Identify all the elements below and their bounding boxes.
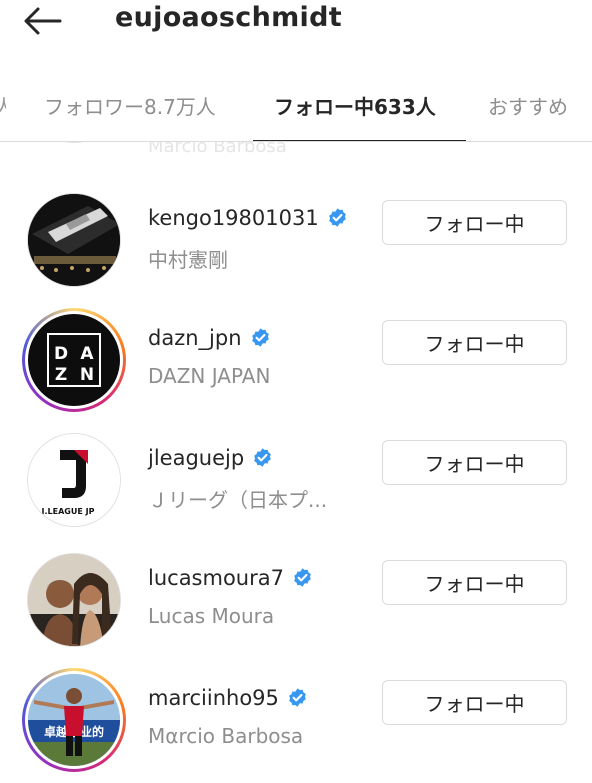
avatar: 卓越企业的	[28, 674, 120, 766]
following-button[interactable]: フォロー中	[382, 680, 567, 725]
svg-text:A: A	[80, 344, 94, 364]
username[interactable]: jleaguejp	[148, 446, 244, 470]
tab-suggested[interactable]: おすすめ	[488, 91, 568, 120]
verified-badge-icon	[251, 328, 269, 347]
list-item-partial[interactable]: Marcio Barbosa	[0, 142, 592, 162]
svg-text:N: N	[80, 365, 94, 385]
full-name: 中村憲剛	[148, 248, 228, 272]
verified-badge-icon	[289, 688, 306, 707]
username-line[interactable]: marciinho95	[148, 686, 308, 710]
boots-photo	[28, 194, 120, 286]
following-button[interactable]: フォロー中	[382, 200, 567, 245]
avatar[interactable]	[22, 188, 126, 292]
username-line[interactable]: jleaguejp	[148, 446, 273, 470]
full-name: Ｊリーグ（日本プ...	[148, 488, 328, 512]
username[interactable]: dazn_jpn	[148, 326, 242, 350]
username-line[interactable]: dazn_jpn	[148, 326, 271, 350]
tab-followers[interactable]: フォロワー8.7万人	[44, 91, 216, 120]
couple-photo	[28, 554, 120, 646]
following-button[interactable]: フォロー中	[382, 320, 567, 365]
full-name: Mαrcio Barbosa	[148, 724, 304, 748]
jleague-logo: J.LEAGUE JP	[28, 434, 120, 526]
username-line[interactable]: lucasmoura7	[148, 566, 313, 590]
player-photo: 卓越企业的	[28, 674, 120, 766]
list-item[interactable]: D A Z N dazn_jpn DAZN JAPAN フォロー中	[0, 308, 592, 432]
header: eujoaoschmidt	[0, 0, 592, 42]
svg-text:D: D	[54, 344, 68, 364]
list-item[interactable]: 卓越企业的 marciinho95 Mαrcio Barbosa フォロー中	[0, 668, 592, 783]
following-button[interactable]: フォロー中	[382, 560, 567, 605]
username-line[interactable]: kengo19801031	[148, 206, 348, 230]
svg-text:J.LEAGUE JP: J.LEAGUE JP	[41, 507, 95, 516]
list-item[interactable]: J.LEAGUE JP jleaguejp Ｊリーグ（日本プ... フォロー中	[0, 432, 592, 552]
avatar-story-ring[interactable]: 卓越企业的	[22, 668, 126, 772]
avatar[interactable]	[22, 142, 126, 148]
following-list[interactable]: Marcio Barbosa kengo19801031 中村憲剛 フォロー中 …	[0, 142, 592, 783]
full-name: Lucas Moura	[148, 604, 275, 628]
profile-username-title: eujoaoschmidt	[115, 2, 342, 33]
tab-previous[interactable]: 人	[0, 91, 6, 120]
full-name: DAZN JAPAN	[148, 364, 271, 388]
tab-bar: 人 フォロワー8.7万人 フォロー中633人 おすすめ	[0, 72, 592, 142]
avatar-story-ring[interactable]: D A Z N	[22, 308, 126, 412]
tab-following[interactable]: フォロー中633人	[274, 91, 436, 120]
username[interactable]: marciinho95	[148, 686, 279, 710]
verified-badge-icon	[294, 568, 311, 587]
dazn-logo: D A Z N	[47, 333, 101, 387]
verified-badge-icon	[328, 208, 346, 227]
avatar[interactable]	[22, 548, 126, 652]
list-item[interactable]: lucasmoura7 Lucas Moura フォロー中	[0, 552, 592, 672]
verified-badge-icon	[254, 448, 271, 467]
avatar[interactable]: J.LEAGUE JP	[22, 428, 126, 532]
username[interactable]: lucasmoura7	[148, 566, 284, 590]
username[interactable]: kengo19801031	[148, 206, 319, 230]
svg-text:Z: Z	[55, 365, 67, 385]
partial-name-text: Marcio Barbosa	[148, 142, 287, 157]
avatar: D A Z N	[28, 314, 120, 406]
following-button[interactable]: フォロー中	[382, 440, 567, 485]
back-arrow-icon[interactable]	[22, 6, 62, 36]
list-item[interactable]: kengo19801031 中村憲剛 フォロー中	[0, 192, 592, 312]
